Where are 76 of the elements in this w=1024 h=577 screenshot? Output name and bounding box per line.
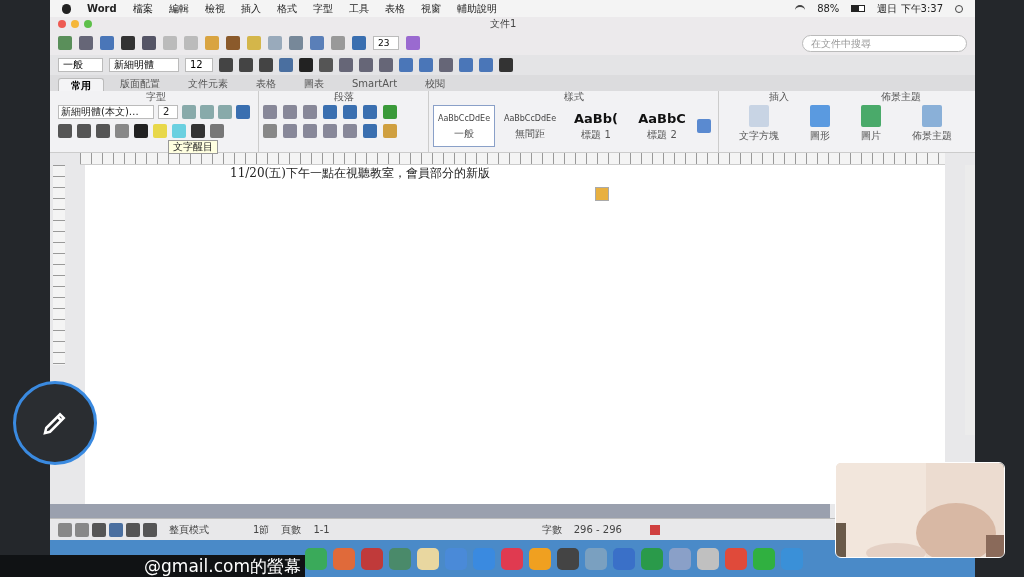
toolbar-icon[interactable] [75, 522, 89, 537]
app-icon[interactable] [361, 547, 383, 570]
style-option[interactable]: AaBbCcDdEe 無間距 [499, 105, 561, 147]
toolbar-icon[interactable] [109, 522, 123, 537]
style-option[interactable]: AaBb( 標題 1 [565, 105, 627, 147]
toolbar-icon[interactable] [126, 522, 140, 537]
group-label: 樣式 [562, 91, 585, 103]
app-icon[interactable] [333, 547, 355, 570]
group-label: 插入 [769, 91, 789, 103]
app-icon[interactable] [753, 547, 775, 570]
app-icon[interactable] [613, 547, 635, 570]
zoom-field[interactable]: 23 [373, 36, 399, 50]
paste-options-icon[interactable] [595, 187, 609, 201]
vertical-ruler[interactable] [53, 165, 65, 365]
size-field[interactable]: 2 [158, 105, 178, 119]
app-icon[interactable] [697, 547, 719, 570]
close-button[interactable] [58, 20, 66, 28]
view-mode-text: 整頁模式 [169, 523, 209, 537]
zoom-button[interactable] [84, 20, 92, 28]
battery-text: 88% [817, 2, 840, 16]
spelling-icon[interactable] [649, 524, 660, 535]
app-icon[interactable] [417, 547, 439, 570]
ribbon-tab[interactable]: 文件元素 [176, 77, 240, 91]
page-label: 頁數 [281, 523, 302, 537]
font-field[interactable]: 新細明體 [109, 58, 179, 72]
insert-button[interactable]: 佈景主題 [911, 105, 952, 142]
menu-item[interactable]: 字型 [312, 1, 333, 16]
app-icon[interactable] [501, 547, 523, 570]
ribbon-tab[interactable]: 版面配置 [108, 77, 172, 91]
style-option[interactable]: AaBbCcDdEe 一般 [433, 105, 495, 147]
font-field[interactable]: 新細明體(本文)… [58, 105, 154, 119]
app-icon[interactable] [389, 547, 411, 570]
menu-item[interactable]: 插入 [240, 1, 261, 16]
toolbar-icon[interactable] [143, 522, 157, 537]
style-option[interactable]: AaBbC 標題 2 [631, 105, 693, 147]
toolbar-icon[interactable] [92, 522, 106, 537]
word-count-label: 字數 [541, 523, 562, 537]
toolbar-icon[interactable] [58, 522, 72, 537]
size-field[interactable]: 12 [185, 58, 213, 72]
group-label: 段落 [332, 91, 355, 103]
ribbon-tab[interactable]: 校閱 [413, 77, 458, 91]
menu-item[interactable]: 工具 [348, 1, 369, 16]
ribbon-tab[interactable]: 圖表 [292, 77, 336, 91]
ribbon-tab[interactable]: 表格 [244, 77, 288, 91]
menu-item[interactable]: 表格 [384, 1, 405, 16]
style-field[interactable]: 一般 [58, 58, 103, 72]
ribbon-tab[interactable]: 常用 [58, 78, 104, 91]
window-title: 文件1 [490, 18, 517, 30]
menu-item[interactable]: 編輯 [168, 1, 189, 16]
menu-item[interactable]: 檔案 [132, 1, 153, 16]
menu-item[interactable]: 檢視 [204, 1, 225, 16]
tooltip: 文字醒目 [168, 140, 218, 154]
group-label: 佈景主題 [881, 91, 921, 103]
ruler[interactable] [80, 153, 945, 165]
menu-item[interactable]: 格式 [276, 1, 297, 16]
page-count: 1-1 [313, 523, 330, 537]
scroll-bar[interactable] [965, 165, 975, 435]
app-icon[interactable] [585, 547, 607, 570]
app-icon[interactable] [529, 547, 551, 570]
app-icon[interactable] [305, 547, 327, 570]
group-label: 字型 [145, 91, 167, 103]
menu-item[interactable]: 輔助說明 [456, 1, 497, 16]
minimize-button[interactable] [71, 20, 79, 28]
menu-item[interactable]: 視窗 [420, 1, 441, 16]
app-icon[interactable] [557, 547, 579, 570]
battery-icon[interactable] [851, 5, 866, 12]
app-icon[interactable] [725, 547, 747, 570]
caption-text: @gmail.com的螢幕 [144, 557, 301, 575]
menu-item[interactable]: Word [87, 1, 117, 16]
clock[interactable]: 週日 下午3:37 [877, 1, 943, 16]
document-text: 11/20(五)下午一點在視聽教室，會員部分的新版 [230, 166, 491, 180]
word-count: 296 - 296 [573, 523, 622, 537]
ribbon-tab[interactable]: SmartArt [340, 77, 410, 91]
app-icon[interactable] [669, 547, 691, 570]
insert-button[interactable]: 文字方塊 [738, 105, 779, 142]
section-text: 1節 [253, 523, 270, 537]
